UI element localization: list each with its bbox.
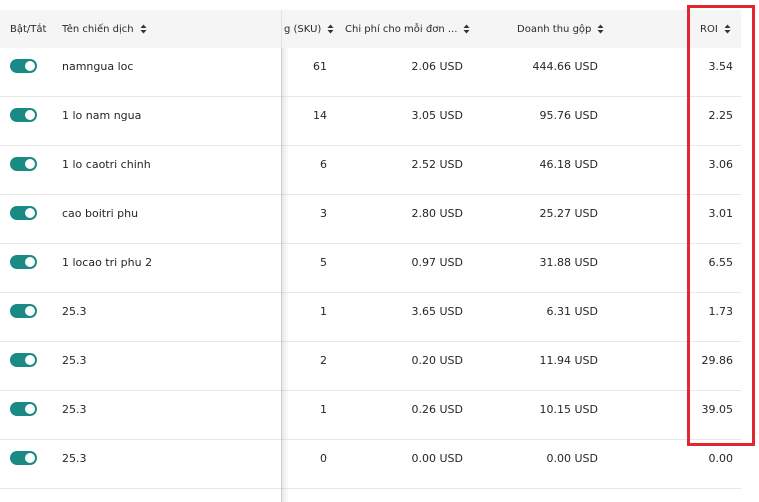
- roi-value: 1.73: [708, 305, 734, 318]
- table-row: 1 locao tri phu 2 5 0.97 USD 31.88 USD 6.55: [0, 244, 741, 293]
- col-header-toggle-label: Bật/Tắt: [10, 23, 47, 35]
- campaign-name[interactable]: 25.3: [62, 391, 272, 428]
- table-row: 25.3 2 0.20 USD 11.94 USD 29.86: [0, 342, 741, 391]
- roi-value: 0.00: [708, 452, 734, 465]
- toggle-knob: [25, 110, 35, 120]
- campaign-toggle[interactable]: [10, 255, 37, 269]
- campaign-name[interactable]: 1 lo nam ngua: [62, 97, 272, 134]
- roi-value: 2.25: [708, 109, 734, 122]
- table-row: 25.3 0 0.00 USD 0.00 USD 0.00: [0, 440, 741, 489]
- col-header-roi-label: ROI: [700, 23, 718, 35]
- roi-value: 3.06: [708, 158, 734, 171]
- col-header-revenue-label: Doanh thu gộp: [517, 23, 592, 35]
- campaign-toggle[interactable]: [10, 451, 37, 465]
- campaign-toggle[interactable]: [10, 157, 37, 171]
- campaign-name[interactable]: 1 lo caotri chinh: [62, 146, 272, 183]
- sku-count: 1: [320, 403, 327, 416]
- table-row: cao boitri phu 3 2.80 USD 25.27 USD 3.01: [0, 195, 741, 244]
- table-row: 1 lo nam ngua 14 3.05 USD 95.76 USD 2.25: [0, 97, 741, 146]
- campaign-name[interactable]: 1 locao tri phu 2: [62, 244, 272, 281]
- roi-value: 3.54: [708, 60, 734, 73]
- campaign-toggle[interactable]: [10, 304, 37, 318]
- campaign-toggle[interactable]: [10, 59, 37, 73]
- roi-value: 3.01: [708, 207, 734, 220]
- sku-count: 2: [320, 354, 327, 367]
- campaign-toggle[interactable]: [10, 353, 37, 367]
- gross-revenue: 31.88 USD: [539, 256, 599, 269]
- col-header-cost-per-order[interactable]: Chi phí cho mỗi đơn ...: [345, 10, 470, 48]
- col-header-sku[interactable]: g (SKU): [284, 10, 334, 48]
- sort-icon[interactable]: [724, 24, 731, 34]
- toggle-knob: [25, 159, 35, 169]
- col-header-name-label: Tên chiến dịch: [62, 23, 134, 35]
- toggle-knob: [25, 404, 35, 414]
- roi-value: 39.05: [701, 403, 734, 416]
- cost-per-order: 2.52 USD: [411, 158, 464, 171]
- gross-revenue: 444.66 USD: [532, 60, 599, 73]
- col-header-revenue[interactable]: Doanh thu gộp: [517, 10, 607, 48]
- fixed-column-divider: [281, 10, 282, 502]
- sku-count: 6: [320, 158, 327, 171]
- sort-icon[interactable]: [327, 24, 334, 34]
- gross-revenue: 10.15 USD: [539, 403, 599, 416]
- toggle-knob: [25, 208, 35, 218]
- campaign-name[interactable]: 25.3: [62, 293, 272, 330]
- cost-per-order: 0.20 USD: [411, 354, 464, 367]
- campaign-name[interactable]: 25.3: [62, 440, 272, 477]
- col-header-toggle: Bật/Tắt: [10, 10, 60, 48]
- campaign-toggle[interactable]: [10, 402, 37, 416]
- col-header-roi[interactable]: ROI: [700, 10, 740, 48]
- gross-revenue: 6.31 USD: [546, 305, 599, 318]
- sort-icon[interactable]: [597, 24, 604, 34]
- sku-count: 1: [320, 305, 327, 318]
- table-row: 25.3 1 3.65 USD 6.31 USD 1.73: [0, 293, 741, 342]
- gross-revenue: 0.00 USD: [546, 452, 599, 465]
- col-header-name[interactable]: Tên chiến dịch: [62, 10, 262, 48]
- toggle-knob: [25, 453, 35, 463]
- table-row: namngua loc 61 2.06 USD 444.66 USD 3.54: [0, 48, 741, 97]
- toggle-knob: [25, 257, 35, 267]
- gross-revenue: 11.94 USD: [539, 354, 599, 367]
- table-header: Bật/Tắt Tên chiến dịch g (SKU) Chi phí c…: [0, 10, 741, 48]
- col-header-sku-label: g (SKU): [284, 23, 322, 35]
- campaign-toggle[interactable]: [10, 206, 37, 220]
- gross-revenue: 46.18 USD: [539, 158, 599, 171]
- campaign-table-view: Bật/Tắt Tên chiến dịch g (SKU) Chi phí c…: [0, 0, 759, 502]
- sku-count: 14: [313, 109, 327, 122]
- campaign-name[interactable]: cao boitri phu: [62, 195, 272, 232]
- toggle-knob: [25, 306, 35, 316]
- roi-value: 6.55: [708, 256, 734, 269]
- campaign-name[interactable]: 25.3: [62, 342, 272, 379]
- table-row: 25.3 1 0.26 USD 10.15 USD 39.05: [0, 391, 741, 440]
- cost-per-order: 0.97 USD: [411, 256, 464, 269]
- sort-icon[interactable]: [140, 24, 147, 34]
- cost-per-order: 2.06 USD: [411, 60, 464, 73]
- campaign-name[interactable]: namngua loc: [62, 48, 272, 85]
- gross-revenue: 25.27 USD: [539, 207, 599, 220]
- cost-per-order: 3.05 USD: [411, 109, 464, 122]
- campaign-toggle[interactable]: [10, 108, 37, 122]
- sku-count: 3: [320, 207, 327, 220]
- gross-revenue: 95.76 USD: [539, 109, 599, 122]
- toggle-knob: [25, 355, 35, 365]
- sku-count: 5: [320, 256, 327, 269]
- cost-per-order: 0.26 USD: [411, 403, 464, 416]
- sku-count: 0: [320, 452, 327, 465]
- sort-icon[interactable]: [463, 24, 470, 34]
- col-header-cost-per-order-label: Chi phí cho mỗi đơn ...: [345, 23, 458, 35]
- cost-per-order: 0.00 USD: [411, 452, 464, 465]
- toggle-knob: [25, 61, 35, 71]
- table-row: 1 lo caotri chinh 6 2.52 USD 46.18 USD 3.06: [0, 146, 741, 195]
- roi-value: 29.86: [701, 354, 734, 367]
- cost-per-order: 3.65 USD: [411, 305, 464, 318]
- cost-per-order: 2.80 USD: [411, 207, 464, 220]
- sku-count: 61: [313, 60, 327, 73]
